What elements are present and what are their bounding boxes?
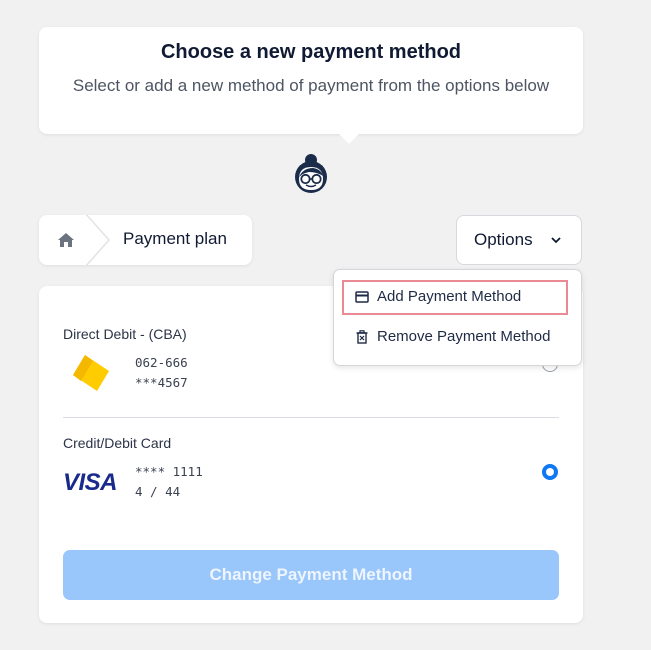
cba-logo-icon xyxy=(73,355,109,391)
options-dropdown-menu: Add Payment Method Remove Payment Method xyxy=(333,269,582,366)
divider xyxy=(63,417,559,418)
options-label: Options xyxy=(474,230,533,249)
menu-item-label: Remove Payment Method xyxy=(377,328,551,345)
home-icon[interactable] xyxy=(57,232,75,248)
menu-item-label: Add Payment Method xyxy=(377,288,522,305)
direct-debit-bsb: 062-666 xyxy=(135,355,188,370)
menu-item-remove-payment-method[interactable]: Remove Payment Method xyxy=(342,320,568,355)
chevron-down-icon xyxy=(551,237,561,244)
method-title-card: Credit/Debit Card xyxy=(63,435,172,451)
options-button[interactable]: Options xyxy=(456,215,582,265)
breadcrumb-label[interactable]: Payment plan xyxy=(123,229,227,249)
visa-logo: VISA xyxy=(63,469,118,496)
card-icon xyxy=(355,291,369,303)
menu-item-add-payment-method[interactable]: Add Payment Method xyxy=(342,280,568,315)
instruction-bubble: Choose a new payment method Select or ad… xyxy=(39,27,583,134)
bubble-title: Choose a new payment method xyxy=(160,41,462,63)
change-payment-method-button[interactable]: Change Payment Method xyxy=(63,550,559,600)
trash-icon xyxy=(356,330,368,344)
radio-card[interactable] xyxy=(542,464,558,480)
method-title-direct-debit: Direct Debit - (CBA) xyxy=(63,326,187,342)
assistant-avatar xyxy=(295,154,327,193)
card-number: **** 1111 xyxy=(135,464,203,479)
card-expiry: 4 / 44 xyxy=(135,484,181,499)
direct-debit-account: ***4567 xyxy=(135,375,188,390)
bubble-subtitle: Select or add a new method of payment fr… xyxy=(72,76,550,95)
breadcrumb: Payment plan xyxy=(39,215,252,265)
